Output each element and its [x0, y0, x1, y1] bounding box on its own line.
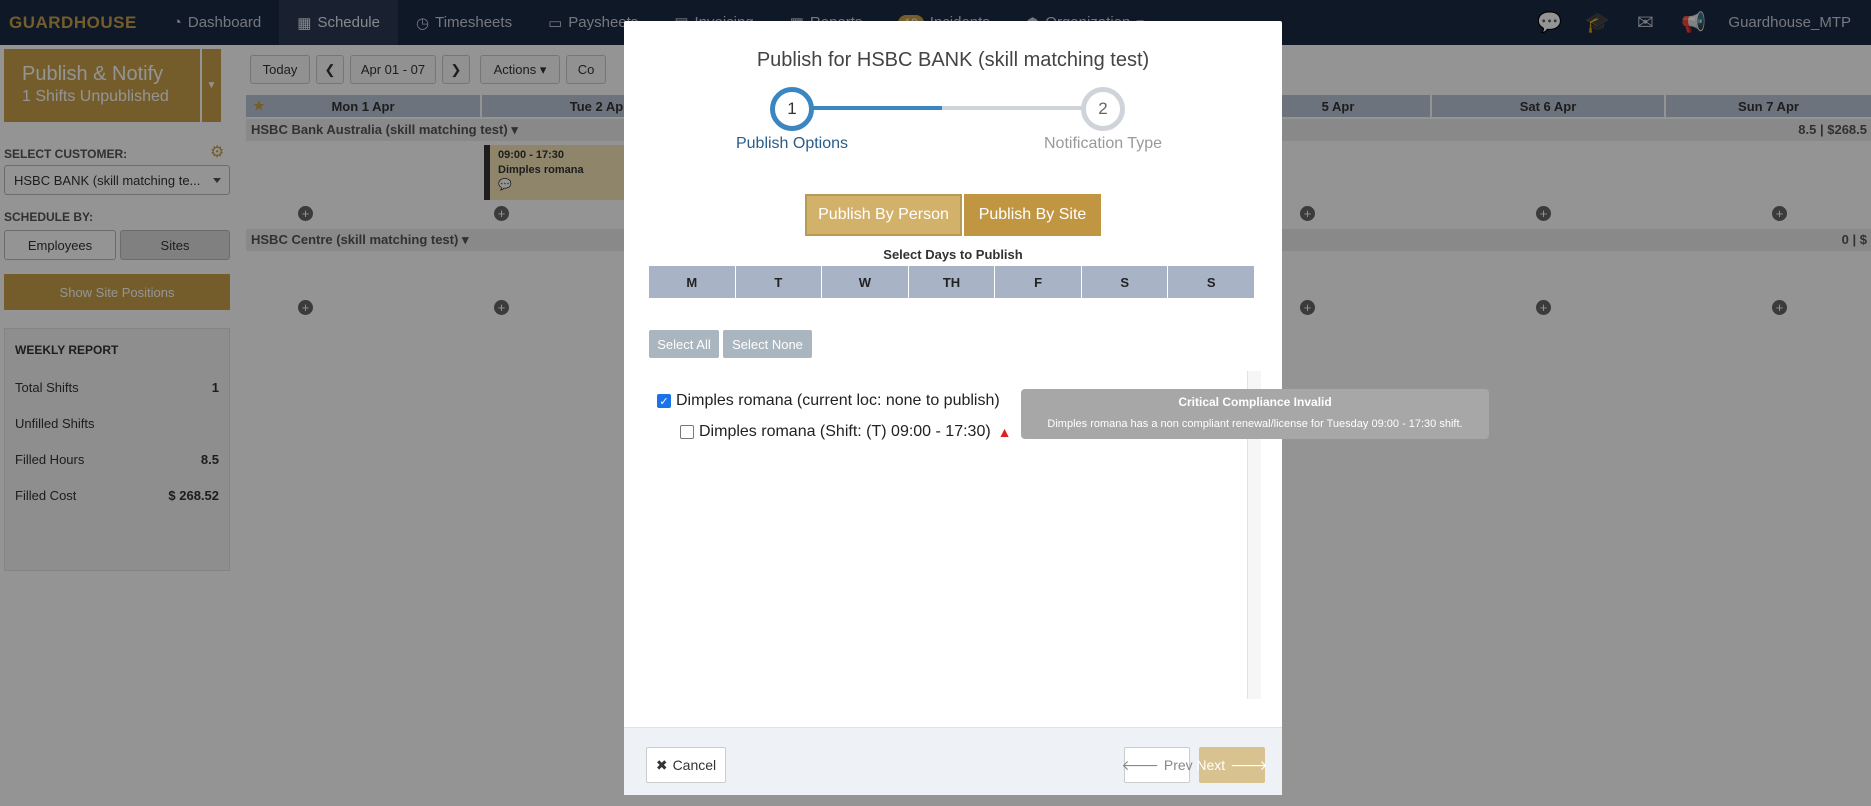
day-selector: M T W TH F S S — [649, 266, 1254, 298]
tooltip-body: Dimples romana has a non compliant renew… — [1047, 418, 1463, 430]
select-days-title: Select Days to Publish — [883, 247, 1023, 262]
day-toggle-fri[interactable]: F — [995, 266, 1082, 298]
day-toggle-wed[interactable]: W — [822, 266, 909, 298]
day-toggle-mon[interactable]: M — [649, 266, 736, 298]
modal-footer: ✖ Cancel 🡐 Prev Next 🡒 — [624, 727, 1282, 795]
step-1-label: Publish Options — [735, 135, 849, 152]
arrow-right-icon: 🡒 — [1230, 756, 1268, 773]
close-icon: ✖ — [655, 756, 668, 773]
person-checkbox[interactable]: ✓ — [657, 394, 671, 408]
step-2-label: Notification Type — [1044, 135, 1162, 152]
day-toggle-sun[interactable]: S — [1168, 266, 1254, 298]
step-2-indicator: 2 — [1081, 87, 1125, 131]
prev-button[interactable]: 🡐 Prev — [1121, 747, 1193, 783]
list-item: Dimples romana (Shift: (T) 09:00 - 17:30… — [680, 423, 1012, 441]
tooltip-title: Critical Compliance Invalid — [1178, 395, 1332, 409]
select-all-button[interactable]: Select All — [649, 330, 719, 358]
publish-modal: Publish for HSBC BANK (skill matching te… — [624, 21, 1489, 795]
publish-by-site-button[interactable]: Publish By Site — [964, 194, 1101, 236]
warning-icon[interactable]: ▲ — [998, 424, 1012, 440]
day-toggle-tue[interactable]: T — [736, 266, 823, 298]
select-none-button[interactable]: Select None — [723, 330, 812, 358]
publish-by-person-button[interactable]: Publish By Person — [805, 194, 962, 236]
shift-checkbox[interactable] — [680, 425, 694, 439]
arrow-left-icon: 🡐 — [1121, 756, 1159, 773]
compliance-tooltip: Critical Compliance Invalid Dimples roma… — [1021, 389, 1489, 439]
day-toggle-sat[interactable]: S — [1082, 266, 1169, 298]
step-progress-empty — [942, 106, 1084, 110]
step-1-indicator: 1 — [770, 87, 814, 131]
step-progress-filled — [812, 106, 942, 110]
next-button[interactable]: Next 🡒 — [1196, 747, 1268, 783]
day-toggle-thu[interactable]: TH — [909, 266, 996, 298]
cancel-button[interactable]: ✖ Cancel — [646, 747, 726, 783]
modal-title: Publish for HSBC BANK (skill matching te… — [756, 49, 1150, 71]
list-item: ✓ Dimples romana (current loc: none to p… — [657, 392, 1000, 410]
